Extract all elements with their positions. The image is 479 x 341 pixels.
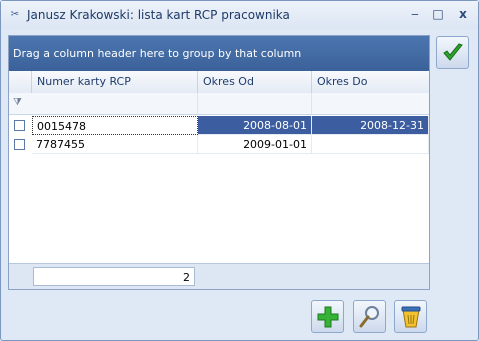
- column-header-numer[interactable]: Numer karty RCP: [32, 71, 198, 93]
- add-button[interactable]: [311, 300, 344, 333]
- window-title: Janusz Krakowski: lista kart RCP pracown…: [27, 8, 290, 22]
- column-header-okres-od[interactable]: Okres Od: [198, 71, 312, 93]
- filter-row: ⧩: [9, 93, 429, 115]
- bin-icon: [401, 306, 421, 328]
- table-row[interactable]: 7787455 2009-01-01: [9, 135, 429, 154]
- preview-button[interactable]: [353, 300, 386, 333]
- dialog-window: ✂ Janusz Krakowski: lista kart RCP praco…: [0, 0, 479, 341]
- row-indicator: [9, 116, 31, 135]
- cell-okres-od[interactable]: 2009-01-01: [198, 135, 312, 154]
- cell-numer[interactable]: 0015478: [32, 116, 198, 135]
- plus-icon: [317, 306, 339, 328]
- cell-numer[interactable]: 7787455: [32, 135, 198, 154]
- delete-button[interactable]: [394, 300, 427, 333]
- cell-okres-od[interactable]: 2008-08-01: [198, 116, 312, 135]
- filter-numer-field[interactable]: [32, 93, 198, 114]
- filter-okres-od-field[interactable]: [198, 93, 312, 114]
- cell-okres-do[interactable]: [312, 135, 429, 154]
- title-bar[interactable]: ✂ Janusz Krakowski: lista kart RCP praco…: [1, 1, 478, 29]
- check-icon: [443, 43, 463, 61]
- filter-icon[interactable]: ⧩: [13, 97, 22, 108]
- minimize-button[interactable]: ‒: [408, 7, 422, 21]
- record-count: 2: [33, 267, 195, 286]
- row-indicator: [9, 135, 31, 154]
- row-indicator-header: [9, 71, 32, 93]
- table-row[interactable]: 0015478 2008-08-01 2008-12-31: [9, 116, 429, 135]
- column-header-row: Numer karty RCP Okres Od Okres Do: [9, 71, 429, 94]
- column-header-okres-do[interactable]: Okres Do: [312, 71, 429, 93]
- row-checkbox[interactable]: [14, 139, 25, 150]
- app-icon: ✂: [10, 9, 20, 20]
- summary-footer: 2: [9, 263, 429, 289]
- cell-okres-do[interactable]: 2008-12-31: [312, 116, 429, 135]
- magnifier-icon: [359, 306, 379, 328]
- filter-okres-do-field[interactable]: [312, 93, 429, 114]
- maximize-button[interactable]: □: [431, 7, 445, 21]
- group-by-panel[interactable]: Drag a column header here to group by th…: [9, 36, 429, 71]
- row-checkbox[interactable]: [14, 120, 25, 131]
- close-button[interactable]: x: [456, 7, 470, 21]
- ok-button[interactable]: [436, 36, 469, 69]
- rcp-card-grid[interactable]: Drag a column header here to group by th…: [8, 35, 430, 290]
- group-by-hint: Drag a column header here to group by th…: [13, 47, 302, 60]
